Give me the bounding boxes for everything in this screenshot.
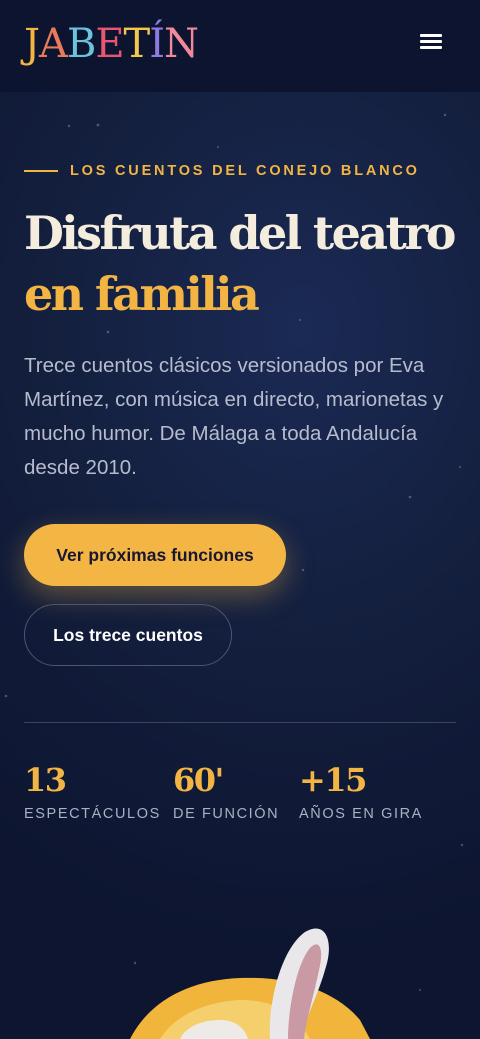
site-header: JABETÍN [0,0,480,92]
stat-value: 13 [24,761,67,799]
logo-letter: J [24,21,40,67]
logo-letter: A [39,21,68,67]
hero-title-line1: Disfruta del teatro [24,206,456,260]
stats-divider [24,722,456,723]
stat-label: DE FUNCIÓN [173,806,280,822]
logo-letter: Í [149,21,165,67]
stat-label: AÑOS EN GIRA [299,806,423,822]
stat-years: +15 AÑOS EN GIRA [299,758,423,822]
hero-title-accent: en familia [24,267,260,321]
logo-letter: E [95,21,124,67]
stat-label: ESPECTÁCULOS [24,806,161,822]
stat-shows: 13 ESPECTÁCULOS [24,758,161,822]
hero-eyebrow: LOS CUENTOS DEL CONEJO BLANCO [24,163,420,179]
hero-description: Trece cuentos clásicos versionados por E… [24,354,444,479]
brand-logo[interactable]: JABETÍN [24,21,199,67]
eyebrow-divider-line [24,170,58,172]
hero-title: Disfruta del teatro en familia [24,203,456,325]
upcoming-shows-button[interactable]: Ver próximas funciones [24,524,286,586]
logo-letter: B [66,21,96,67]
stat-value: 60' [173,761,224,799]
starry-background [4,113,464,991]
hamburger-menu-icon[interactable] [412,26,450,56]
logo-letter: N [164,21,199,67]
stat-value: +15 [299,761,367,799]
eyebrow-text: LOS CUENTOS DEL CONEJO BLANCO [70,163,420,179]
logo-letter: T [123,21,151,67]
stat-duration: 60' DE FUNCIÓN [173,758,279,822]
white-rabbit-illustration [130,928,370,1039]
thirteen-tales-button[interactable]: Los trece cuentos [24,604,232,666]
